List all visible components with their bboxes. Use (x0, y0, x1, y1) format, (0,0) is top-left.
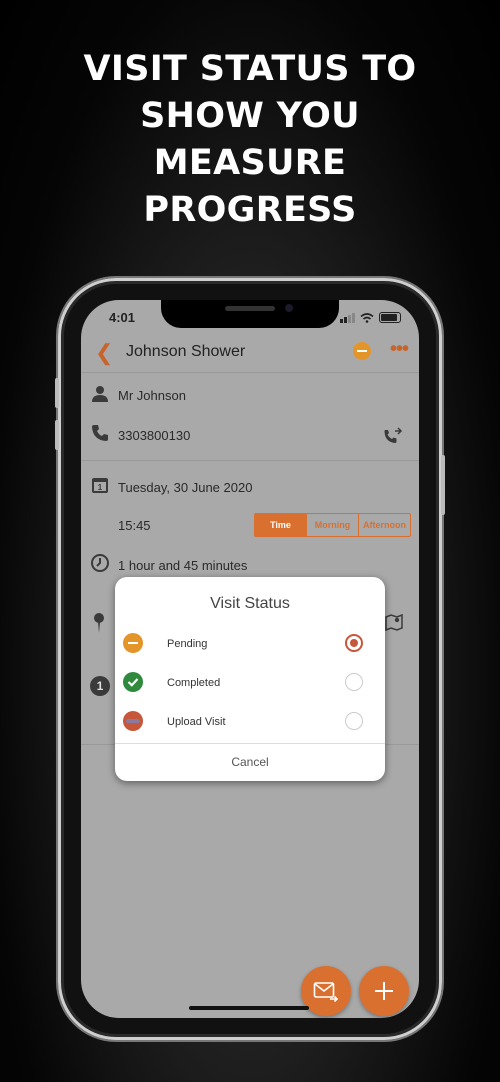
location-pin-icon (91, 612, 107, 639)
divider (81, 460, 419, 461)
volume-down-button (55, 420, 59, 450)
duration-row[interactable]: 1 hour and 45 minutes (81, 553, 419, 577)
notch (161, 300, 339, 328)
phone-row[interactable]: 3303800130 (81, 423, 419, 447)
date-row[interactable]: 1 Tuesday, 30 June 2020 (81, 475, 419, 499)
option-label: Pending (167, 638, 208, 650)
headline-line-3: MEASURE (153, 143, 347, 183)
radio-upload-visit[interactable] (345, 712, 363, 730)
person-icon (90, 384, 110, 404)
visit-status-indicator[interactable] (353, 342, 371, 360)
app-screen: 4:01 ❮ Johnson Shower ••• Mr Johnson 330… (81, 300, 419, 1018)
headline-line-4: PROGRESS (143, 190, 357, 230)
contact-row[interactable]: Mr Johnson (81, 384, 419, 408)
segment-afternoon[interactable]: Afternoon (358, 514, 410, 536)
visit-time[interactable]: 15:45 (118, 518, 151, 533)
home-indicator[interactable] (189, 1006, 309, 1010)
send-message-icon (313, 982, 339, 1002)
clock: 4:01 (109, 310, 136, 325)
upload-icon (123, 711, 143, 731)
option-label: Upload Visit (167, 716, 226, 728)
calendar-day: 1 (98, 483, 103, 492)
headline: VISIT STATUS TO SHOW YOU MEASURE PROGRES… (0, 46, 500, 234)
visit-date: Tuesday, 30 June 2020 (118, 480, 253, 495)
option-label: Completed (167, 677, 221, 689)
battery-icon (379, 312, 401, 323)
dialog-title: Visit Status (210, 595, 290, 612)
segment-morning[interactable]: Morning (306, 514, 358, 536)
status-option-completed[interactable]: Completed (115, 668, 385, 698)
radio-pending[interactable] (345, 634, 363, 652)
task-number-badge: 1 (90, 676, 110, 696)
status-option-pending[interactable]: Pending (115, 629, 385, 659)
calendar-icon: 1 (90, 475, 110, 495)
segment-time[interactable]: Time (255, 514, 306, 536)
radio-completed[interactable] (345, 673, 363, 691)
phone-icon (90, 423, 110, 443)
speaker-grille (225, 306, 275, 311)
nav-bar: ❮ Johnson Shower ••• (81, 334, 419, 373)
more-dots-icon[interactable]: ••• (390, 338, 409, 361)
power-button (441, 455, 445, 515)
page-title: Johnson Shower (126, 343, 246, 360)
volume-up-button (55, 378, 59, 408)
time-segment-control: Time Morning Afternoon (254, 513, 411, 537)
pending-icon (123, 633, 143, 653)
chevron-left-icon[interactable]: ❮ (95, 340, 113, 366)
status-option-upload-visit[interactable]: Upload Visit (115, 707, 385, 737)
map-icon[interactable] (385, 613, 403, 636)
signal-icon (340, 313, 355, 323)
call-transfer-icon[interactable] (383, 425, 403, 450)
visit-status-dialog: Visit Status Pending Completed Upload Vi… (115, 577, 385, 781)
contact-name: Mr Johnson (118, 388, 186, 403)
check-icon (123, 672, 143, 692)
front-camera (285, 304, 293, 312)
timer-icon (90, 553, 110, 573)
plus-icon (375, 982, 393, 1000)
headline-line-2: SHOW YOU (140, 96, 360, 136)
cancel-button[interactable]: Cancel (115, 743, 385, 781)
phone-number: 3303800130 (118, 428, 191, 443)
wifi-icon (360, 313, 374, 323)
headline-line-1: VISIT STATUS TO (83, 49, 417, 89)
add-button[interactable] (359, 966, 409, 1016)
visit-duration: 1 hour and 45 minutes (118, 558, 248, 573)
